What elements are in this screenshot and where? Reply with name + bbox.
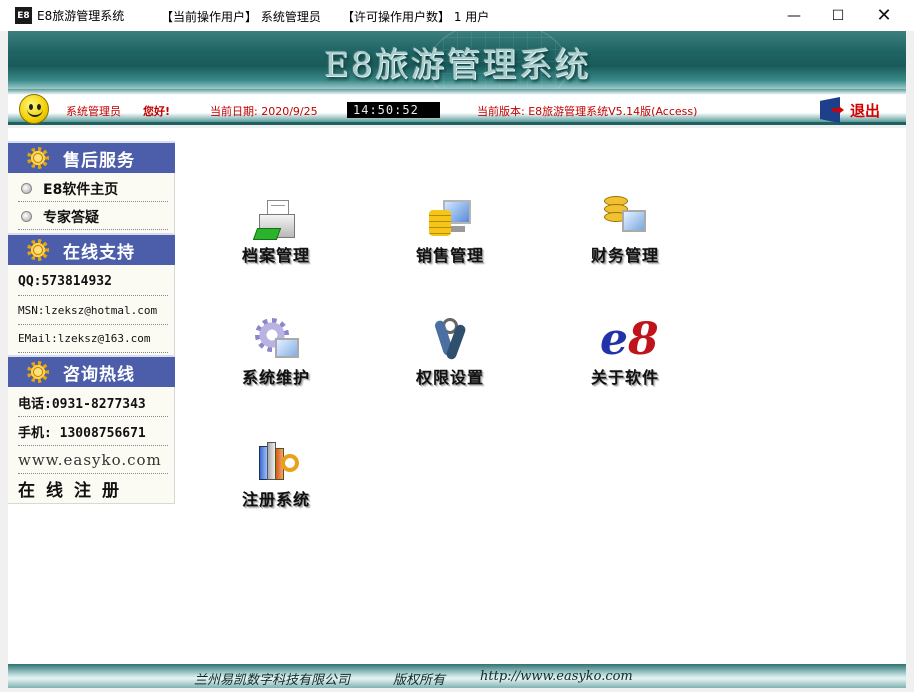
footer-bar: 兰州易凯数字科技有限公司 版权所有 http://www.easyko.com [8,664,906,688]
tile-about-software[interactable]: e8 关于软件 [575,314,675,396]
window-titlebar: E8 E8旅游管理系统 【当前操作用户】 系统管理员 【许可操作用户数】 1 用… [0,0,914,31]
email-contact: EMail:lzeksz@163.com [18,325,168,353]
section-header-online-support: 在线支持 [8,233,175,265]
sidebar-link-expert-qa[interactable]: 专家答疑 [18,204,168,230]
tile-label: 销售管理 [415,246,484,265]
minimize-button[interactable]: — [771,0,817,31]
gear-icon [27,239,49,261]
sidebar-link-label: 专家答疑 [43,209,99,226]
msn-contact: MSN:lzeksz@hotmal.com [18,297,168,325]
register-books-key-icon [251,436,303,488]
website-link[interactable]: www.easyko.com [18,446,168,474]
smiley-avatar-icon [19,94,49,124]
online-register-link[interactable]: 在线注册 [18,474,168,502]
tile-label: 权限设置 [415,368,484,387]
sales-icon [425,192,477,244]
license-label: 【许可操作用户数】 1 用户 [342,10,490,24]
gear-icon [27,147,49,169]
banner-title: E8旅游管理系统 [323,45,591,85]
mobile-contact: 手机: 13008756671 [18,418,168,446]
window-title: E8旅游管理系统 [37,9,125,23]
tile-permission-settings[interactable]: 权限设置 [400,314,500,396]
tile-label: 关于软件 [590,368,659,387]
tile-label: 档案管理 [241,246,310,265]
tile-archive-management[interactable]: 档案管理 [226,192,326,274]
section-title: 在线支持 [63,242,135,263]
window-border-right [906,31,914,692]
exit-label: 退出 [850,101,881,120]
phone-contact: 电话:0931-8277343 [18,389,168,417]
tile-label: 注册系统 [241,490,310,509]
radio-bullet-icon [21,183,32,194]
radio-bullet-icon [21,211,32,222]
current-date: 当前日期: 2020/9/25 [210,105,318,118]
main-panel: 售后服务 E8软件主页 专家答疑 在线支持 QQ:573814932 MSN:l… [8,128,906,664]
maintenance-icon [251,314,303,366]
finance-icon [600,192,652,244]
tile-finance-management[interactable]: 财务管理 [575,192,675,274]
current-user-label: 【当前操作用户】 系统管理员 [161,10,321,24]
footer-copyright: 版权所有 [393,673,446,688]
tile-sales-management[interactable]: 销售管理 [400,192,500,274]
sidebar-link-homepage[interactable]: E8软件主页 [18,176,168,202]
sidebar-link-label: E8软件主页 [43,181,119,198]
gear-icon [27,361,49,383]
current-user: 系统管理员 [66,105,121,118]
archive-icon [251,192,303,244]
qq-contact: QQ:573814932 [18,268,168,296]
permission-key-icon [425,314,477,366]
window-border-left [0,31,8,692]
sidebar: 售后服务 E8软件主页 专家答疑 在线支持 QQ:573814932 MSN:l… [8,141,175,504]
footer-company: 兰州易凯数字科技有限公司 [194,673,351,688]
section-header-hotline: 咨询热线 [8,355,175,387]
greeting: 您好! [143,105,171,118]
tile-system-maintenance[interactable]: 系统维护 [226,314,326,396]
section-header-after-sales: 售后服务 [8,141,175,173]
exit-door-icon [820,97,844,123]
section-title: 咨询热线 [63,364,135,385]
tile-register-system[interactable]: 注册系统 [226,436,326,518]
info-bar: 系统管理员 您好! 当前日期: 2020/9/25 14:50:52 当前版本:… [8,89,906,125]
exit-button[interactable]: 退出 [820,96,890,124]
app-icon: E8 [15,7,32,24]
section-title: 售后服务 [63,150,135,171]
e8-logo-icon: e8 [600,314,659,365]
tile-label: 财务管理 [590,246,659,265]
tile-label: 系统维护 [241,368,310,387]
close-button[interactable]: ✕ [861,0,907,31]
version-info: 当前版本: E8旅游管理系统V5.14版(Access) [477,105,698,118]
footer-url[interactable]: http://www.easyko.com [480,669,633,684]
digital-clock: 14:50:52 [347,102,440,118]
maximize-button[interactable]: ☐ [815,0,861,31]
header-banner: E8旅游管理系统 [8,31,906,89]
